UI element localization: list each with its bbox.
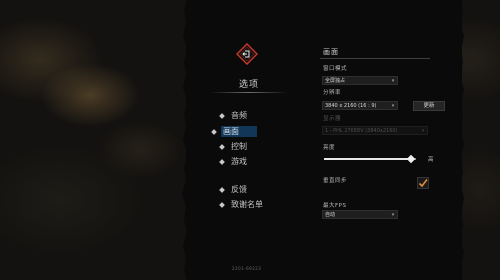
resolution-label: 分辨率 xyxy=(323,90,342,96)
diamond-bullet-icon xyxy=(219,201,225,208)
dropdown-value: 全屏独占 xyxy=(325,78,346,84)
nav-item-credits[interactable]: 致谢名单 xyxy=(219,199,263,210)
nav-item-label: 致谢名单 xyxy=(231,200,263,209)
chevron-down-icon: ▾ xyxy=(421,127,425,134)
resolution-dropdown[interactable]: 3840 x 2160 (16 : 9) ▾ xyxy=(322,101,398,110)
version-label: 2201-69223 xyxy=(232,266,262,271)
diamond-bullet-icon xyxy=(219,112,225,119)
chevron-down-icon: ▾ xyxy=(391,77,395,84)
dropdown-value: 自动 xyxy=(325,212,336,218)
brightness-label: 亮度 xyxy=(323,145,336,151)
dropdown-value: 3840 x 2160 (16 : 9) xyxy=(325,102,377,109)
options-panel xyxy=(186,0,462,280)
diamond-bullet-icon xyxy=(219,186,225,193)
monitor-label: 显示器 xyxy=(323,116,342,122)
nav-item-label: 控制 xyxy=(231,142,247,151)
panel-ragged-edge-right xyxy=(458,0,466,280)
vsync-checkbox[interactable] xyxy=(417,174,429,189)
slider-fill xyxy=(324,158,412,160)
monitor-dropdown[interactable]: 1 - PHL 276E8V (3840x2160) ▾ xyxy=(322,126,428,135)
section-title: 画面 xyxy=(323,48,339,56)
max-fps-label: 最大FPS xyxy=(323,203,347,209)
nav-item-label: 反馈 xyxy=(231,185,247,194)
menu-title: 选项 xyxy=(238,80,259,90)
nav-item-label: 画面 xyxy=(221,126,257,137)
update-button[interactable]: 更新 xyxy=(413,101,445,111)
brightness-max-label: 高 xyxy=(428,157,434,163)
exit-logo-icon xyxy=(235,42,259,66)
diamond-bullet-icon xyxy=(211,128,217,135)
nav-item-label: 游戏 xyxy=(231,157,247,166)
chevron-down-icon: ▾ xyxy=(391,102,395,109)
brightness-slider[interactable] xyxy=(324,154,416,164)
window-mode-label: 窗口模式 xyxy=(323,66,348,72)
nav-item-controls[interactable]: 控制 xyxy=(219,141,247,152)
max-fps-dropdown[interactable]: 自动 ▾ xyxy=(322,210,398,219)
nav-item-game[interactable]: 游戏 xyxy=(219,156,247,167)
section-divider xyxy=(320,58,430,59)
panel-ragged-edge-left xyxy=(180,0,188,280)
nav-item-label: 音频 xyxy=(231,111,247,120)
title-divider xyxy=(210,92,288,93)
nav-item-graphics[interactable]: 画面 xyxy=(211,126,257,137)
nav-item-audio[interactable]: 音频 xyxy=(219,110,247,121)
vsync-label: 垂直同步 xyxy=(323,178,348,184)
chevron-down-icon: ▾ xyxy=(391,211,395,218)
dropdown-value: 1 - PHL 276E8V (3840x2160) xyxy=(325,127,398,134)
diamond-bullet-icon xyxy=(219,158,225,165)
window-mode-dropdown[interactable]: 全屏独占 ▾ xyxy=(322,76,398,85)
diamond-bullet-icon xyxy=(219,143,225,150)
nav-item-feedback[interactable]: 反馈 xyxy=(219,184,247,195)
